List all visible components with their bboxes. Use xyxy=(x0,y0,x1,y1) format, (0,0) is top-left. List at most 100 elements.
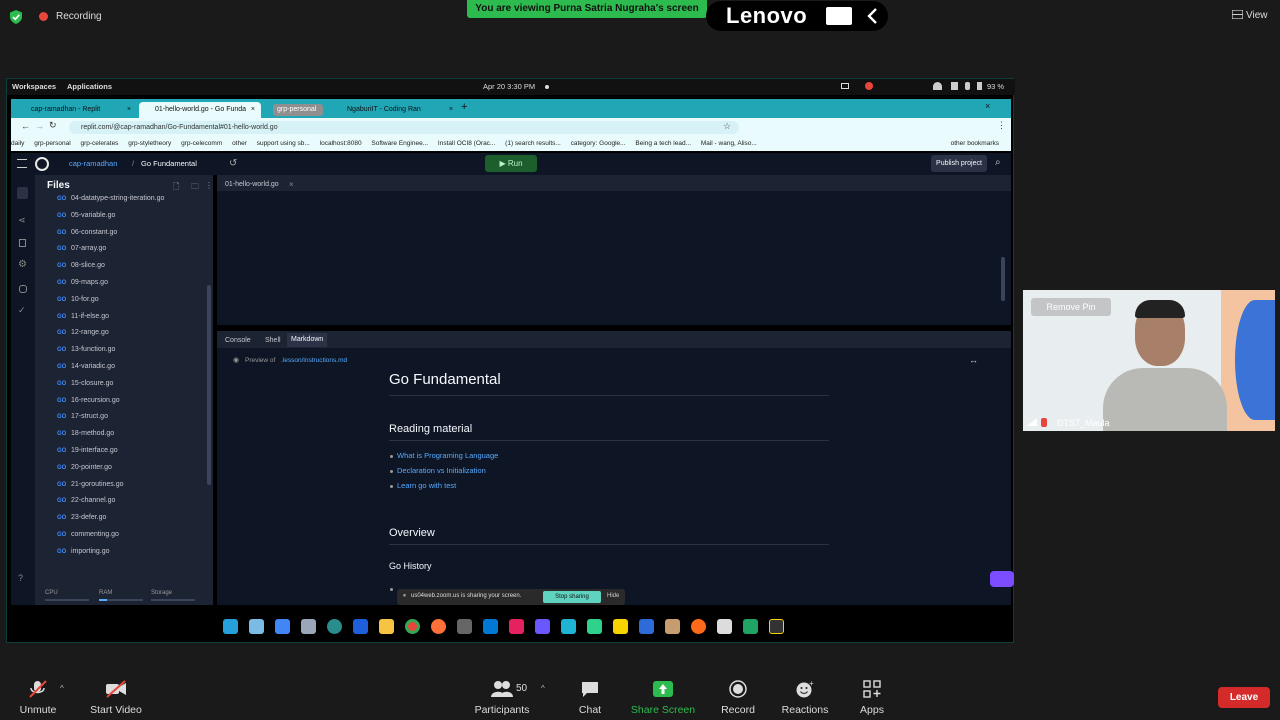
files-menu-icon[interactable]: ⋮ xyxy=(205,181,213,190)
link-learn-go[interactable]: Learn go with test xyxy=(397,481,456,490)
window-close-button[interactable]: × xyxy=(985,101,990,111)
files-scrollbar[interactable] xyxy=(207,285,211,485)
datagrip-app-icon[interactable] xyxy=(587,619,602,634)
new-folder-icon[interactable]: 🗀 xyxy=(191,181,199,195)
publish-project-button[interactable]: Publish project xyxy=(931,155,987,172)
notes-app-icon[interactable] xyxy=(379,619,394,634)
bookmark[interactable]: Install OCI8 (Orac... xyxy=(438,140,495,147)
vscode-app-icon[interactable] xyxy=(483,619,498,634)
database-icon[interactable] xyxy=(19,285,27,293)
bookmark[interactable]: other xyxy=(232,140,247,147)
browser-menu-icon[interactable]: ⋮ xyxy=(997,120,1006,131)
webstorm-app-icon[interactable] xyxy=(561,619,576,634)
chrome-app-icon[interactable] xyxy=(405,619,420,634)
other-bookmarks[interactable]: other bookmarks xyxy=(944,137,999,151)
settings-app-icon[interactable] xyxy=(717,619,732,634)
apps-button[interactable]: Apps xyxy=(856,680,888,716)
file-tree-item[interactable]: 10-for.go xyxy=(71,296,99,303)
browser-tab-active[interactable]: 01-hello-world.go - Go Funda × xyxy=(139,102,261,118)
chrome-tray-icon[interactable] xyxy=(865,82,873,90)
file-tree-item[interactable]: commenting.go xyxy=(71,531,119,538)
browser-tab[interactable]: cap-ramadhan - Replit × xyxy=(15,102,137,118)
tray-window-icon[interactable] xyxy=(841,83,849,89)
battery-icon[interactable] xyxy=(977,82,982,90)
applications-menu[interactable]: Applications xyxy=(67,82,112,91)
forward-arrow-icon[interactable]: → xyxy=(35,121,44,131)
link-programming-language[interactable]: What is Programing Language xyxy=(397,451,498,460)
bookmark[interactable]: category: Google... xyxy=(571,140,626,147)
file-tree-item[interactable]: 17-struct.go xyxy=(71,413,108,420)
search-icon[interactable]: ⌕ xyxy=(995,157,1001,168)
intellij-app-icon[interactable] xyxy=(509,619,524,634)
bookmark[interactable]: Mail - wang, Aliso... xyxy=(701,140,757,147)
bookmark[interactable]: localhost:8080 xyxy=(320,140,362,147)
files-tab-icon[interactable] xyxy=(17,187,28,199)
chevron-up-icon[interactable]: ^ xyxy=(60,684,64,693)
hide-button[interactable]: Hide xyxy=(607,593,619,599)
check-icon[interactable]: ✓ xyxy=(18,305,26,316)
preview-path-link[interactable]: .lesson/instructions.md xyxy=(281,357,347,364)
document-app-icon[interactable] xyxy=(769,619,784,634)
link-declaration[interactable]: Declaration vs Initialization xyxy=(397,466,486,475)
help-icon[interactable]: ? xyxy=(18,573,23,583)
settings-gear-icon[interactable]: ⚙ xyxy=(18,259,27,270)
bookmark[interactable]: support using sb... xyxy=(257,140,310,147)
files-app-icon[interactable] xyxy=(301,619,316,634)
bookmark[interactable]: Being a tech lead... xyxy=(635,140,691,147)
new-tab-button[interactable]: + xyxy=(461,101,467,113)
bookmark[interactable]: grp-personal xyxy=(34,140,71,147)
shield-app-icon[interactable] xyxy=(639,619,654,634)
unmute-button[interactable]: Unmute xyxy=(18,680,58,716)
bookmark[interactable]: (1) search results... xyxy=(505,140,561,147)
goland-app-icon[interactable] xyxy=(535,619,550,634)
lock-icon[interactable] xyxy=(19,239,26,247)
star-icon[interactable]: ☆ xyxy=(723,121,731,132)
bookmark[interactable]: grp-styletheory xyxy=(128,140,171,147)
keyboard-app-icon[interactable] xyxy=(457,619,472,634)
chat-button[interactable]: Chat xyxy=(574,680,606,716)
participant-video-tile[interactable]: Remove Pin DTS7_Maula xyxy=(1023,290,1275,431)
tab-markdown[interactable]: Markdown xyxy=(287,333,328,347)
start-video-button[interactable]: Start Video xyxy=(88,680,144,716)
window-app-icon[interactable] xyxy=(249,619,264,634)
view-menu[interactable]: View xyxy=(1246,10,1268,21)
tab-shell[interactable]: Shell xyxy=(265,337,281,344)
browser-tab[interactable]: NgaburiIT - Coding Ran × xyxy=(331,102,457,118)
workspaces-menu[interactable]: Workspaces xyxy=(12,82,56,91)
viewing-banner[interactable]: You are viewing Purna Satria Nugraha's s… xyxy=(467,0,707,18)
headset-app-icon[interactable] xyxy=(327,619,342,634)
postman-app-icon[interactable] xyxy=(691,619,706,634)
file-tree-item[interactable]: 07-array.go xyxy=(71,245,106,252)
hamburger-menu-icon[interactable] xyxy=(17,159,27,168)
remove-pin-button[interactable]: Remove Pin xyxy=(1031,298,1111,316)
file-tree-item[interactable]: 19-interface.go xyxy=(71,447,118,454)
apps-grid-icon[interactable] xyxy=(826,7,852,25)
tab-group-grp-personal[interactable]: grp-personal xyxy=(273,104,323,116)
archive-app-icon[interactable] xyxy=(665,619,680,634)
record-button[interactable]: Record xyxy=(718,680,758,716)
replit-logo-icon[interactable] xyxy=(35,157,49,171)
chevron-left-icon[interactable] xyxy=(866,8,878,24)
volume-icon[interactable] xyxy=(951,82,958,90)
mic-icon[interactable] xyxy=(965,82,970,90)
new-file-icon[interactable]: 🗋 xyxy=(173,181,179,195)
file-tree-item[interactable]: 22-channel.go xyxy=(71,497,115,504)
file-tree-item[interactable]: 18-method.go xyxy=(71,430,114,437)
file-tree-item[interactable]: 06-constant.go xyxy=(71,229,117,236)
chat-bubble-icon[interactable] xyxy=(990,571,1014,587)
bookmark[interactable]: daily xyxy=(11,140,24,147)
file-tree-item[interactable]: 11-if-else.go xyxy=(71,313,109,320)
history-icon[interactable]: ↺ xyxy=(229,158,237,169)
file-tree-item[interactable]: 09-maps.go xyxy=(71,279,108,286)
firefox-app-icon[interactable] xyxy=(431,619,446,634)
bookmark[interactable]: grp-celerates xyxy=(81,140,119,147)
apps-grid-icon[interactable] xyxy=(275,619,290,634)
url-input[interactable]: replit.com/@cap-ramadhan/Go-Fundamental#… xyxy=(69,121,739,134)
run-button[interactable]: ▶ Run xyxy=(485,155,537,172)
share-screen-button[interactable]: Share Screen xyxy=(630,680,696,716)
sheets-app-icon[interactable] xyxy=(743,619,758,634)
editor-scrollbar[interactable] xyxy=(1001,257,1005,301)
user-link[interactable]: cap-ramadhan xyxy=(69,159,117,168)
close-icon[interactable]: × xyxy=(289,180,294,189)
terminal-app-icon[interactable] xyxy=(223,619,238,634)
